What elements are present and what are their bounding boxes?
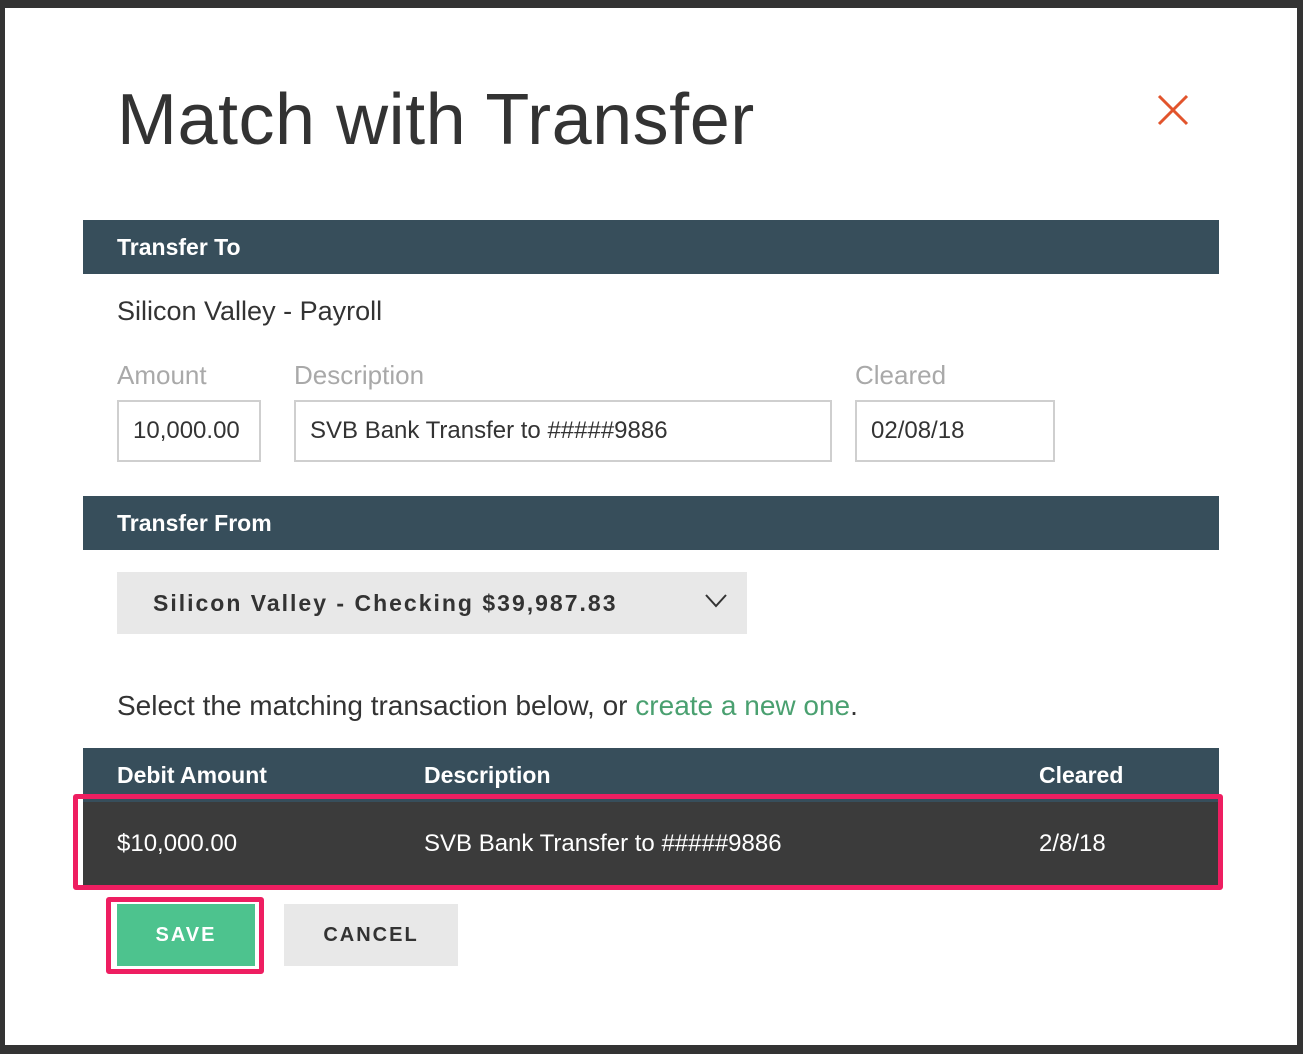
chevron-down-icon (705, 594, 727, 608)
description-field[interactable] (294, 400, 832, 462)
create-new-link[interactable]: create a new one (635, 690, 850, 721)
row-description: SVB Bank Transfer to #####9886 (424, 830, 782, 857)
amount-label: Amount (117, 360, 207, 390)
column-header-debit-amount: Debit Amount (117, 762, 267, 788)
dialog-title: Match with Transfer (117, 80, 755, 160)
selected-account-label: Silicon Valley - Checking $39,987.83 (153, 590, 618, 616)
instruction-prefix: Select the matching transaction below, o… (117, 690, 636, 721)
cleared-label: Cleared (855, 360, 947, 390)
column-header-cleared: Cleared (1039, 762, 1124, 788)
transactions-table-header: Debit Amount Description Cleared (83, 748, 1219, 802)
transfer-from-header: Transfer From (83, 496, 1219, 550)
transfer-to-account: Silicon Valley - Payroll (117, 296, 383, 326)
transfer-from-account-select[interactable]: Silicon Valley - Checking $39,987.83 (117, 572, 747, 634)
close-icon (1157, 94, 1189, 126)
table-row[interactable]: $10,000.00 SVB Bank Transfer to #####988… (83, 802, 1219, 886)
amount-field[interactable] (117, 400, 261, 462)
cancel-button[interactable]: CANCEL (284, 904, 458, 966)
cleared-date-field[interactable] (855, 400, 1055, 462)
instruction-text: Select the matching transaction below, o… (117, 690, 858, 722)
close-button[interactable] (1153, 90, 1193, 130)
row-debit-amount: $10,000.00 (117, 830, 238, 857)
save-button[interactable]: SAVE (117, 904, 255, 966)
column-header-description: Description (424, 762, 551, 788)
transfer-to-header: Transfer To (83, 220, 1219, 274)
match-transfer-dialog: Match with Transfer Transfer To Silicon … (5, 8, 1297, 1045)
description-label: Description (294, 360, 425, 390)
row-cleared-date: 2/8/18 (1039, 830, 1106, 857)
instruction-suffix: . (850, 690, 858, 721)
